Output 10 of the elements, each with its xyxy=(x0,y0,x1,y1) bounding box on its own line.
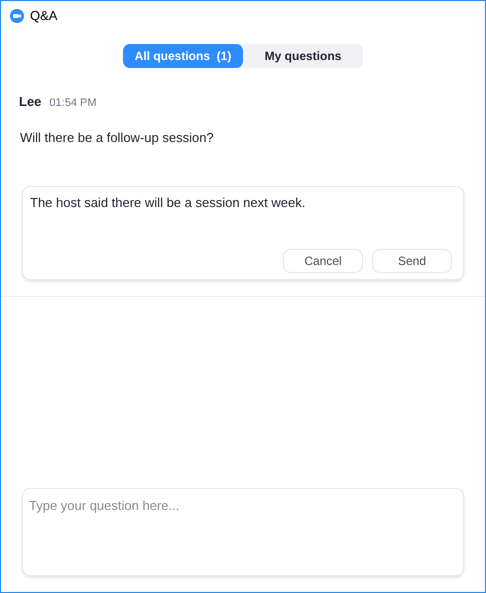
send-button[interactable]: Send xyxy=(372,248,452,272)
window-title: Q&A xyxy=(30,7,58,26)
question-text: Will there be a follow-up session? xyxy=(20,130,214,144)
cancel-button[interactable]: Cancel xyxy=(283,248,363,272)
tab[interactable]: My questions xyxy=(243,44,363,68)
author-name: Lee xyxy=(19,93,42,111)
question-input-field[interactable]: Type your question here... xyxy=(22,488,464,576)
answer-field[interactable]: The host said there will be a session next week. Cancel Send xyxy=(22,186,464,280)
question-time: 01:54 PM xyxy=(49,96,96,111)
camera-logo-icon xyxy=(10,9,24,23)
